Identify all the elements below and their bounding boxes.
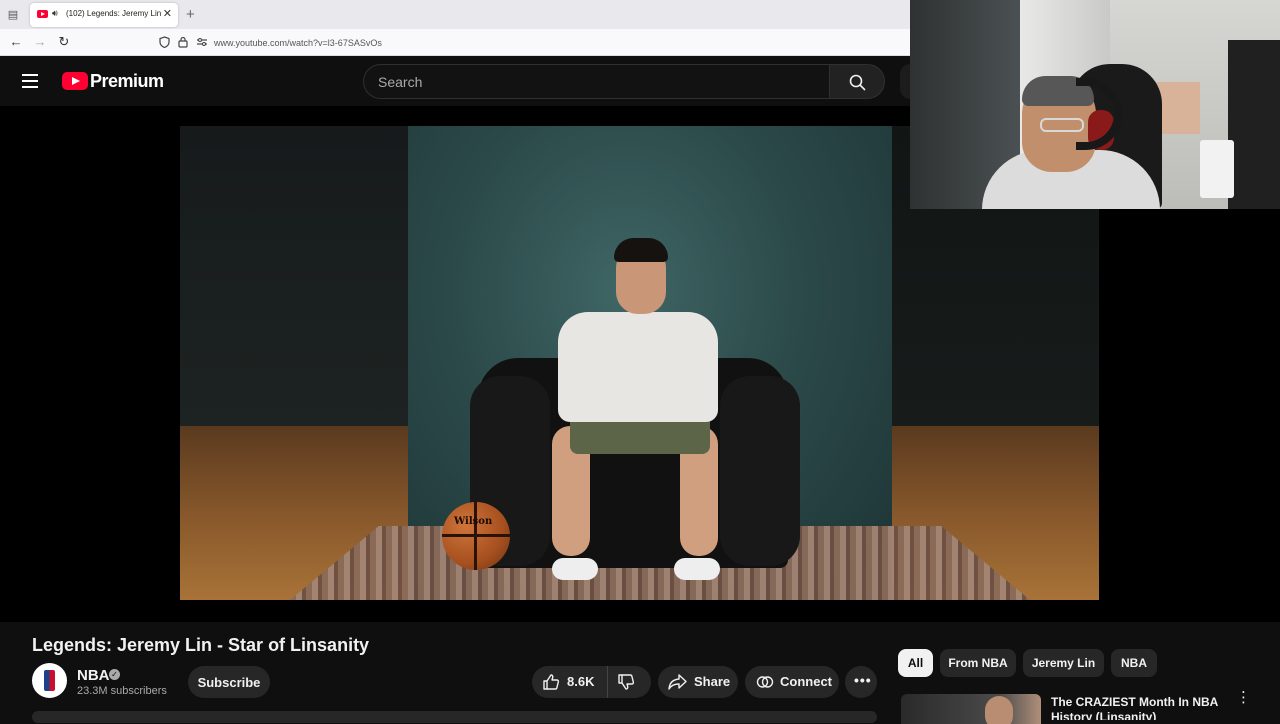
webcam-bin (1200, 140, 1234, 198)
recommended-video-menu-icon[interactable]: ⋮ (1236, 690, 1251, 705)
browser-nav-bar: ← → ↻ www.youtube.com/watch?v=l3-67SASvO… (0, 29, 910, 56)
video-scene-hair (614, 238, 668, 262)
nba-logo-icon (44, 670, 55, 691)
share-label: Share (694, 674, 731, 689)
channel-name[interactable]: NBA (77, 667, 110, 684)
search-box (363, 64, 829, 99)
like-icon (543, 674, 560, 690)
search-icon (849, 74, 866, 91)
connect-label: Connect (780, 674, 832, 689)
like-count: 8.6K (567, 674, 595, 689)
webcam-overlay (910, 0, 1280, 209)
share-button[interactable]: Share (658, 666, 738, 698)
webcam-door (1228, 40, 1280, 209)
dislike-icon[interactable] (617, 673, 635, 691)
video-scene-shoe-left (552, 558, 598, 580)
like-button[interactable]: 8.6K (532, 666, 608, 698)
youtube-logo-icon (62, 72, 88, 90)
search-button[interactable] (829, 64, 885, 99)
subscriber-count: 23.3M subscribers (77, 685, 167, 697)
video-scene-shirt (558, 312, 718, 422)
menu-icon[interactable] (22, 74, 40, 88)
youtube-header: Premium (0, 56, 910, 106)
reload-icon[interactable]: ↻ (56, 34, 72, 50)
lock-icon[interactable] (177, 36, 189, 48)
back-icon[interactable]: ← (8, 34, 24, 50)
browser-tab[interactable]: 🔊︎ (102) Legends: Jeremy Lin - ✕ (30, 3, 178, 27)
logo-text: Premium (90, 71, 164, 91)
subscribe-button[interactable]: Subscribe (188, 666, 270, 698)
video-scene-chair-arm-right (720, 376, 800, 566)
chip-all[interactable]: All (898, 649, 933, 677)
url-bar[interactable]: www.youtube.com/watch?v=l3-67SASvOs (214, 38, 382, 48)
share-icon (668, 674, 687, 690)
recommended-video-title[interactable]: The CRAZIEST Month In NBA History (Linsa… (1051, 695, 1231, 720)
tab-title: (102) Legends: Jeremy Lin - (66, 9, 162, 18)
tabs-list-icon[interactable]: ▤ (6, 8, 20, 22)
browser-tab-bar: ▤ 🔊︎ (102) Legends: Jeremy Lin - ✕ + (0, 0, 910, 29)
like-dislike-group: 8.6K (532, 666, 651, 698)
chip-nba[interactable]: NBA (1111, 649, 1157, 677)
audio-icon[interactable]: 🔊︎ (52, 8, 58, 19)
new-tab-button[interactable]: + (186, 6, 195, 23)
forward-icon[interactable]: → (32, 34, 48, 50)
permissions-icon[interactable] (196, 36, 208, 48)
youtube-favicon-icon (37, 10, 48, 18)
shield-icon[interactable] (158, 36, 170, 49)
search-input[interactable] (378, 65, 818, 98)
video-scene-shoe-right (674, 558, 720, 580)
tab-close-icon[interactable]: ✕ (163, 7, 172, 20)
video-scene-basketball: Wilson (442, 502, 510, 570)
ball-brand: Wilson (454, 516, 493, 527)
chip-from-nba[interactable]: From NBA (940, 649, 1016, 677)
description-box[interactable] (32, 711, 877, 723)
video-title: Legends: Jeremy Lin - Star of Linsanity (32, 635, 370, 655)
channel-avatar[interactable] (32, 663, 67, 698)
more-actions-button[interactable]: ••• (845, 666, 877, 698)
verified-icon: ✓ (109, 669, 120, 680)
header-button-peek[interactable] (900, 64, 910, 99)
connect-icon (756, 676, 774, 688)
chip-jeremy-lin[interactable]: Jeremy Lin (1023, 649, 1104, 677)
more-icon: ••• (854, 672, 872, 688)
video-scene-wall-left (180, 126, 410, 426)
connect-button[interactable]: Connect (745, 666, 839, 698)
